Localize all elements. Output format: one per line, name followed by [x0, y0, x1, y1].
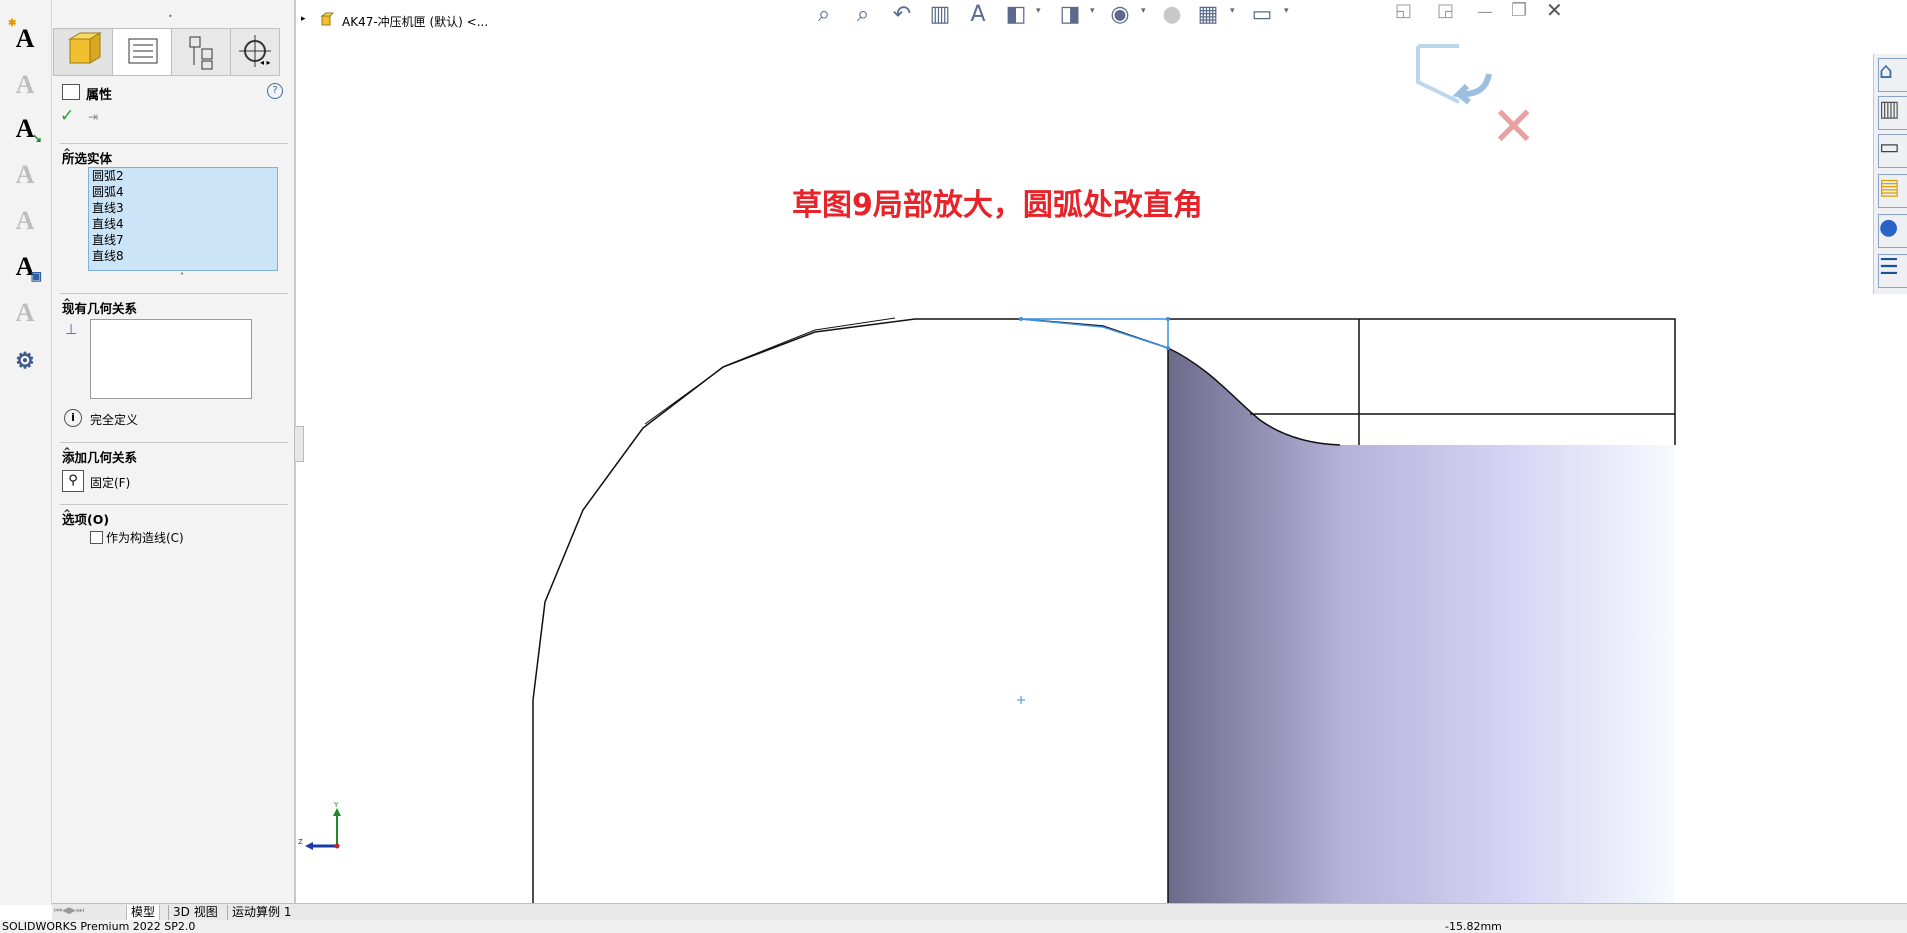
part-icon: [68, 32, 102, 64]
list-item[interactable]: 直线8: [89, 248, 277, 264]
list-item[interactable]: 直线7: [89, 232, 277, 248]
design-library-icon[interactable]: ▤: [1878, 174, 1907, 208]
triad-y-label: Y: [334, 801, 339, 809]
pin-icon[interactable]: ⇥: [88, 110, 98, 124]
list-item[interactable]: 直线4: [89, 216, 277, 232]
custom-properties-icon[interactable]: ☰: [1878, 254, 1907, 288]
shaded-face[interactable]: [1168, 348, 1675, 905]
task-pane: ⌂ ▥ ▭ ▤ ● ☰: [1873, 54, 1907, 294]
sketch-outline[interactable]: [532, 318, 1169, 905]
save-sketch-icon[interactable]: A ▣: [8, 250, 42, 284]
tab-property-manager[interactable]: [112, 28, 172, 76]
collapse-chevron-icon[interactable]: ⌃: [62, 146, 284, 160]
tab-scroll-buttons[interactable]: ⏮◀▶⏭: [54, 906, 84, 916]
coordinate-readout: -15.82mm: [1445, 920, 1502, 933]
home-icon[interactable]: ⌂: [1878, 58, 1907, 92]
collapse-chevron-icon[interactable]: ⌃: [62, 445, 284, 459]
definition-status: 完全定义: [90, 413, 139, 427]
fixed-relation-icon[interactable]: ⚲: [62, 470, 84, 492]
endpoint[interactable]: [1019, 317, 1023, 321]
repair-sketch-icon[interactable]: A: [8, 204, 42, 238]
list-item[interactable]: 直线3: [89, 200, 277, 216]
construction-label: 作为构造线(C): [106, 531, 184, 545]
tab-model[interactable]: 模型: [126, 905, 161, 921]
endpoint[interactable]: [1166, 346, 1170, 350]
pm-title: 属性: [86, 88, 113, 103]
relation-perpendicular-icon: ⊥: [65, 322, 78, 338]
property-manager: • ◂ ▸ 属性 ? ✓ ⇥ 所选实体 ⌃ 圆弧2 圆弧4 直线3 直线4 直线…: [52, 0, 296, 905]
resources-icon[interactable]: ▥: [1878, 96, 1907, 130]
section-options[interactable]: 选项(O) ⌃: [60, 504, 288, 527]
panel-grip[interactable]: •: [168, 12, 173, 21]
tab-scroll-arrows[interactable]: ◂ ▸: [260, 58, 271, 67]
sketch-toolbar: A ✱ A A ↘ A A A ▣ A ⚙: [0, 0, 52, 905]
properties-icon: [62, 84, 80, 100]
selected-entities-highlight[interactable]: [1020, 318, 1169, 350]
existing-relations-list[interactable]: [90, 319, 252, 399]
help-icon[interactable]: ?: [267, 83, 283, 99]
product-version: SOLIDWORKS Premium 2022 SP2.0: [2, 920, 196, 933]
origin-marker: [1017, 696, 1025, 704]
graphics-area[interactable]: ▸ AK47-冲压机匣 (默认) <... ⌕ ⌕ ↶ ▥ A ◧ ▾ ◨ ▾ …: [295, 0, 1907, 905]
collapse-chevron-icon[interactable]: ⌃: [62, 296, 284, 310]
tab-3d-view[interactable]: 3D 视图: [168, 905, 222, 920]
list-resize-grip[interactable]: •: [180, 270, 184, 278]
block-tools-icon[interactable]: ⚙: [8, 344, 42, 378]
sketch-outline-secondary: [644, 317, 896, 425]
add-relation-icon[interactable]: A ↘: [8, 112, 42, 146]
tab-configuration-manager[interactable]: [171, 28, 231, 76]
smart-dimension-icon[interactable]: A ✱: [8, 18, 42, 56]
status-bar: SOLIDWORKS Premium 2022 SP2.0 -15.82mm: [0, 920, 1907, 933]
construction-checkbox[interactable]: [90, 531, 103, 544]
selected-entities-list[interactable]: 圆弧2 圆弧4 直线3 直线4 直线7 直线8: [88, 167, 278, 271]
quick-snaps-icon[interactable]: A: [8, 296, 42, 330]
display-relations-icon[interactable]: A: [8, 158, 42, 192]
appearances-icon[interactable]: ●: [1878, 214, 1907, 248]
configuration-icon: [189, 36, 213, 70]
tab-motion-study[interactable]: 运动算例 1: [227, 905, 295, 920]
sketch-canvas: [532, 317, 1676, 905]
section-selected-entities[interactable]: 所选实体 ⌃: [60, 143, 288, 166]
list-item[interactable]: 圆弧2: [89, 168, 277, 184]
collapse-chevron-icon[interactable]: ⌃: [62, 507, 284, 521]
triad-z-label: Z: [298, 838, 303, 846]
endpoint[interactable]: [1166, 317, 1170, 321]
property-list-icon: [128, 38, 158, 64]
info-icon: i: [64, 409, 82, 427]
ok-check-icon[interactable]: ✓: [60, 106, 74, 126]
bottom-tab-bar: ⏮◀▶⏭ 模型 3D 视图 运动算例 1: [52, 903, 1907, 921]
fixed-relation-label[interactable]: 固定(F): [90, 474, 130, 491]
section-add-relations[interactable]: 添加几何关系 ⌃: [60, 442, 288, 465]
section-existing-relations[interactable]: 现有几何关系 ⌃: [60, 293, 288, 316]
list-item[interactable]: 圆弧4: [89, 184, 277, 200]
file-explorer-icon[interactable]: ▭: [1878, 134, 1907, 168]
tab-feature-manager[interactable]: [53, 28, 113, 76]
tab-dimxpert[interactable]: [230, 28, 280, 76]
text-icon[interactable]: A: [8, 68, 42, 102]
crosshair-icon: [239, 35, 271, 67]
